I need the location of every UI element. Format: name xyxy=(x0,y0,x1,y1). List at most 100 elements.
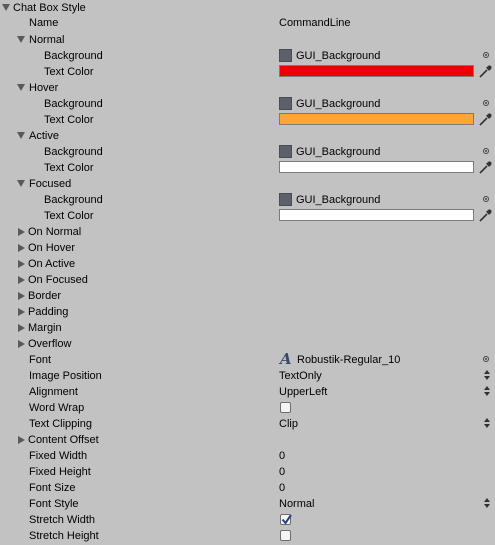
fixed-height-label: Fixed Height xyxy=(29,466,91,478)
stretch-height-row: Stretch Height xyxy=(0,528,495,544)
font-asset-icon: A xyxy=(280,350,292,368)
eyedropper-icon[interactable] xyxy=(478,160,493,175)
fixed-height-row: Fixed Height 0 xyxy=(0,464,495,480)
color-field-normal[interactable] xyxy=(279,65,474,77)
color-field-focused[interactable] xyxy=(279,209,474,221)
background-label: Background xyxy=(44,194,103,206)
stretch-height-checkbox[interactable] xyxy=(280,530,291,541)
on-hover-foldout[interactable]: On Hover xyxy=(0,240,495,256)
eyedropper-icon[interactable] xyxy=(478,64,493,79)
fold-closed-icon[interactable] xyxy=(18,308,25,316)
word-wrap-checkbox[interactable] xyxy=(280,402,291,413)
on-normal-foldout[interactable]: On Normal xyxy=(0,224,495,240)
dropdown-arrows-icon[interactable] xyxy=(484,418,490,430)
fixed-width-field[interactable]: 0 xyxy=(279,448,285,464)
stretch-width-checkbox[interactable] xyxy=(280,514,292,525)
dropdown-arrows-icon[interactable] xyxy=(484,370,490,382)
foldout-label: Border xyxy=(28,290,62,302)
background-object-field[interactable]: GUI_Background xyxy=(296,192,380,208)
text-color-label: Text Color xyxy=(44,114,94,126)
text-color-label: Text Color xyxy=(44,66,94,78)
alignment-label: Alignment xyxy=(29,386,78,398)
hover-foldout[interactable]: Hover xyxy=(0,80,495,96)
object-picker-icon[interactable] xyxy=(483,100,489,106)
dropdown-arrows-icon[interactable] xyxy=(484,386,490,398)
font-label: Font xyxy=(29,354,52,366)
state-label: Normal xyxy=(29,34,65,46)
chat-box-style-header[interactable]: Chat Box Style xyxy=(0,0,495,16)
font-style-dropdown[interactable]: Normal xyxy=(279,496,314,512)
name-label: Name xyxy=(29,17,59,29)
state-label: Focused xyxy=(29,178,72,190)
object-picker-icon[interactable] xyxy=(483,356,489,362)
margin-foldout[interactable]: Margin xyxy=(0,320,495,336)
content-offset-label: Content Offset xyxy=(28,434,99,446)
on-focused-foldout[interactable]: On Focused xyxy=(0,272,495,288)
fold-open-icon[interactable] xyxy=(17,132,25,139)
object-picker-icon[interactable] xyxy=(483,148,489,154)
texture-thumbnail xyxy=(279,97,292,110)
fold-closed-icon[interactable] xyxy=(18,436,25,444)
active-text-color-row: Text Color xyxy=(0,160,495,176)
border-foldout[interactable]: Border xyxy=(0,288,495,304)
name-value[interactable]: CommandLine xyxy=(279,15,351,31)
fold-open-icon[interactable] xyxy=(17,180,25,187)
content-offset-foldout[interactable]: Content Offset xyxy=(0,432,495,448)
fold-closed-icon[interactable] xyxy=(18,324,25,332)
normal-text-color-row: Text Color xyxy=(0,64,495,80)
object-picker-icon[interactable] xyxy=(483,196,489,202)
name-row: Name CommandLine xyxy=(0,15,495,31)
normal-foldout[interactable]: Normal xyxy=(0,32,495,48)
fold-open-icon[interactable] xyxy=(17,84,25,91)
fold-closed-icon[interactable] xyxy=(18,244,25,252)
object-picker-icon[interactable] xyxy=(483,52,489,58)
focused-text-color-row: Text Color xyxy=(0,208,495,224)
padding-foldout[interactable]: Padding xyxy=(0,304,495,320)
text-color-label: Text Color xyxy=(44,162,94,174)
image-position-dropdown[interactable]: TextOnly xyxy=(279,368,322,384)
eyedropper-icon[interactable] xyxy=(478,208,493,223)
texture-thumbnail xyxy=(279,49,292,62)
hover-background-row: Background GUI_Background xyxy=(0,96,495,112)
font-object-field[interactable]: Robustik-Regular_10 xyxy=(297,352,400,368)
checkmark-icon xyxy=(281,514,292,525)
normal-background-row: Background GUI_Background xyxy=(0,48,495,64)
background-label: Background xyxy=(44,98,103,110)
fold-closed-icon[interactable] xyxy=(18,260,25,268)
background-object-field[interactable]: GUI_Background xyxy=(296,144,380,160)
foldout-label: Margin xyxy=(28,322,62,334)
background-object-field[interactable]: GUI_Background xyxy=(296,96,380,112)
fold-closed-icon[interactable] xyxy=(18,276,25,284)
word-wrap-row: Word Wrap xyxy=(0,400,495,416)
text-clipping-dropdown[interactable]: Clip xyxy=(279,416,298,432)
fold-closed-icon[interactable] xyxy=(18,228,25,236)
foldout-label: On Focused xyxy=(28,274,88,286)
fold-open-icon[interactable] xyxy=(2,4,10,11)
image-position-label: Image Position xyxy=(29,370,102,382)
eyedropper-icon[interactable] xyxy=(478,112,493,127)
dropdown-arrows-icon[interactable] xyxy=(484,498,490,510)
color-field-active[interactable] xyxy=(279,161,474,173)
color-field-hover[interactable] xyxy=(279,113,474,125)
background-label: Background xyxy=(44,50,103,62)
font-style-row: Font Style Normal xyxy=(0,496,495,512)
fixed-width-row: Fixed Width 0 xyxy=(0,448,495,464)
active-foldout[interactable]: Active xyxy=(0,128,495,144)
word-wrap-label: Word Wrap xyxy=(29,402,85,414)
fold-open-icon[interactable] xyxy=(17,36,25,43)
background-object-field[interactable]: GUI_Background xyxy=(296,48,380,64)
on-active-foldout[interactable]: On Active xyxy=(0,256,495,272)
focused-foldout[interactable]: Focused xyxy=(0,176,495,192)
overflow-foldout[interactable]: Overflow xyxy=(0,336,495,352)
alignment-dropdown[interactable]: UpperLeft xyxy=(279,384,327,400)
fixed-height-field[interactable]: 0 xyxy=(279,464,285,480)
focused-background-row: Background GUI_Background xyxy=(0,192,495,208)
font-size-field[interactable]: 0 xyxy=(279,480,285,496)
text-clipping-label: Text Clipping xyxy=(29,418,92,430)
fold-closed-icon[interactable] xyxy=(18,292,25,300)
foldout-label: On Hover xyxy=(28,242,76,254)
fold-closed-icon[interactable] xyxy=(18,340,25,348)
font-row: Font A Robustik-Regular_10 xyxy=(0,350,495,368)
active-background-row: Background GUI_Background xyxy=(0,144,495,160)
font-size-row: Font Size 0 xyxy=(0,480,495,496)
